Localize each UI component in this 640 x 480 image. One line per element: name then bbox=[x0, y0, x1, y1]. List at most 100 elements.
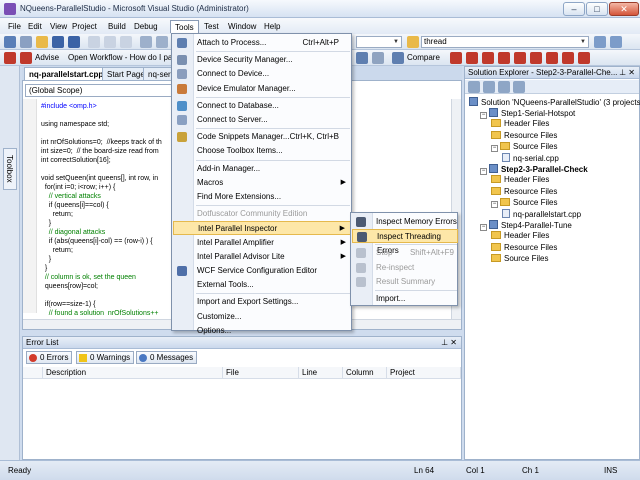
menu-item-connect-to-database[interactable]: Connect to Database... bbox=[173, 99, 351, 113]
tree-item-solution[interactable]: Solution 'NQueens-ParallelStudio' (3 pro… bbox=[469, 97, 640, 108]
menu-item-external-tools[interactable]: External Tools... bbox=[173, 278, 351, 292]
toolbox-tab[interactable]: Toolbox bbox=[3, 148, 17, 190]
locks-waits-icon[interactable] bbox=[482, 52, 494, 64]
menu-item-connect-to-device[interactable]: Connect to Device... bbox=[173, 67, 351, 81]
menu-test[interactable]: Test bbox=[200, 20, 223, 33]
minimize-button[interactable]: – bbox=[563, 2, 585, 16]
tree-item-folder[interactable]: − Source Files bbox=[491, 197, 557, 208]
warnings-filter-button[interactable]: 0 Warnings bbox=[76, 351, 135, 364]
suitability-icon[interactable] bbox=[562, 52, 574, 64]
tab-nq-parallelstart[interactable]: nq-parallelstart.cpp bbox=[24, 67, 109, 80]
menu-item-add-in-manager[interactable]: Add-in Manager... bbox=[173, 162, 351, 176]
collapse-icon[interactable]: − bbox=[491, 200, 498, 208]
menu-build[interactable]: Build bbox=[104, 20, 130, 33]
tree-item-project[interactable]: − Step2-3-Parallel-Check bbox=[480, 164, 588, 176]
advisor-lite-icon[interactable] bbox=[514, 52, 526, 64]
tree-item-folder[interactable]: Header Files bbox=[491, 231, 549, 241]
tree-item-file[interactable]: nq-parallelstart.cpp bbox=[502, 209, 581, 220]
refresh-icon[interactable] bbox=[498, 81, 510, 93]
amplifier-icon[interactable] bbox=[392, 52, 404, 64]
menu-file[interactable]: File bbox=[4, 20, 25, 33]
tree-item-folder[interactable]: − Source Files bbox=[491, 141, 557, 152]
submenu-item-inspect-memory-errors[interactable]: Inspect Memory Errors bbox=[352, 215, 458, 229]
menu-item-code-snippets-manager[interactable]: Code Snippets Manager... Ctrl+K, Ctrl+B bbox=[173, 130, 351, 144]
add-item-icon[interactable] bbox=[20, 36, 32, 48]
messages-filter-button[interactable]: 0 Messages bbox=[136, 351, 198, 364]
collapse-icon[interactable]: − bbox=[491, 144, 498, 152]
tree-item-folder[interactable]: Resource Files bbox=[491, 130, 557, 141]
tree-item-file[interactable]: nq-serial.cpp bbox=[502, 153, 559, 164]
col-header-column[interactable]: Column bbox=[343, 367, 387, 379]
menu-project[interactable]: Project bbox=[68, 20, 101, 33]
inspector-options-icon[interactable] bbox=[372, 52, 384, 64]
menu-debug[interactable]: Debug bbox=[130, 20, 162, 33]
inspector-run-icon[interactable] bbox=[356, 52, 368, 64]
annotations-icon[interactable] bbox=[530, 52, 542, 64]
hotspots-icon[interactable] bbox=[450, 52, 462, 64]
composer-icon[interactable] bbox=[498, 52, 510, 64]
redo-icon[interactable] bbox=[156, 36, 168, 48]
new-project-icon[interactable] bbox=[4, 36, 16, 48]
menu-item-connect-to-server[interactable]: Connect to Server... bbox=[173, 113, 351, 127]
submenu-item-import[interactable]: Import... bbox=[352, 292, 458, 306]
pin-close-icon[interactable]: ⊥ ✕ bbox=[619, 67, 635, 79]
menu-tools[interactable]: Tools bbox=[170, 20, 199, 33]
view-code-icon[interactable] bbox=[513, 81, 525, 93]
collapse-icon[interactable]: − bbox=[480, 112, 487, 120]
undo-icon[interactable] bbox=[140, 36, 152, 48]
tree-item-project[interactable]: − Step4-Parallel-Tune bbox=[480, 220, 572, 232]
find-combo[interactable]: thread ▼ bbox=[421, 36, 589, 48]
menu-item-intel-parallel-advisor-lite[interactable]: Intel Parallel Advisor Lite ▶ bbox=[173, 250, 351, 264]
save-all-icon[interactable] bbox=[68, 36, 80, 48]
menu-edit[interactable]: Edit bbox=[24, 20, 46, 33]
menu-item-options[interactable]: Options... bbox=[173, 324, 351, 338]
tree-item-folder[interactable]: Source Files bbox=[491, 253, 548, 264]
show-all-files-icon[interactable] bbox=[483, 81, 495, 93]
properties-icon[interactable] bbox=[468, 81, 480, 93]
menu-item-intel-parallel-inspector[interactable]: Intel Parallel Inspector ▶ bbox=[173, 221, 351, 236]
save-icon[interactable] bbox=[52, 36, 64, 48]
open-workflow-button[interactable]: Open Workflow - How do I par bbox=[68, 53, 175, 63]
menu-item-customize[interactable]: Customize... bbox=[173, 310, 351, 324]
collapse-icon[interactable]: − bbox=[480, 168, 487, 176]
tree-item-folder[interactable]: Resource Files bbox=[491, 186, 557, 197]
find-icon[interactable] bbox=[407, 36, 419, 48]
paste-icon[interactable] bbox=[120, 36, 132, 48]
tree-item-folder[interactable]: Resource Files bbox=[491, 242, 557, 253]
cut-icon[interactable] bbox=[88, 36, 100, 48]
menu-item-choose-toolbox-items[interactable]: Choose Toolbox Items... bbox=[173, 144, 351, 158]
advise-button[interactable]: Advise bbox=[35, 53, 59, 63]
advisor-icon[interactable] bbox=[4, 52, 16, 64]
menu-item-attach-to-process[interactable]: Attach to Process... Ctrl+Alt+P bbox=[173, 36, 351, 50]
compare-button[interactable]: Compare bbox=[407, 53, 440, 63]
col-header-line[interactable]: Line bbox=[299, 367, 343, 379]
col-header-project[interactable]: Project bbox=[387, 367, 461, 379]
collapse-icon[interactable]: − bbox=[480, 224, 487, 232]
col-header-file[interactable]: File bbox=[223, 367, 299, 379]
menu-item-device-security-manager[interactable]: Device Security Manager... bbox=[173, 53, 351, 67]
concurrency-icon[interactable] bbox=[466, 52, 478, 64]
correctness-icon[interactable] bbox=[578, 52, 590, 64]
properties-icon[interactable] bbox=[610, 36, 622, 48]
menu-item-import-and-export-settings[interactable]: Import and Export Settings... bbox=[173, 295, 351, 309]
menu-item-find-more-extensions[interactable]: Find More Extensions... bbox=[173, 190, 351, 204]
errors-filter-button[interactable]: 0 Errors bbox=[26, 351, 73, 364]
menu-item-wcf-service-configuration-editor[interactable]: WCF Service Configuration Editor bbox=[173, 264, 351, 278]
solution-explorer-icon[interactable] bbox=[594, 36, 606, 48]
tree-item-folder[interactable]: Header Files bbox=[491, 175, 549, 185]
solution-config-combo[interactable]: ▼ bbox=[356, 36, 402, 48]
menu-help[interactable]: Help bbox=[260, 20, 284, 33]
menu-item-intel-parallel-amplifier[interactable]: Intel Parallel Amplifier ▶ bbox=[173, 236, 351, 250]
pin-close-icon[interactable]: ⊥ ✕ bbox=[441, 337, 457, 349]
menu-window[interactable]: Window bbox=[224, 20, 260, 33]
survey-icon[interactable] bbox=[546, 52, 558, 64]
menu-item-macros[interactable]: Macros ▶ bbox=[173, 176, 351, 190]
close-button[interactable]: ✕ bbox=[609, 2, 639, 16]
tree-item-project[interactable]: − Step1-Serial-Hotspot bbox=[480, 108, 575, 120]
tree-item-folder[interactable]: Header Files bbox=[491, 119, 549, 129]
maximize-button[interactable]: □ bbox=[586, 2, 608, 16]
col-header-description[interactable]: Description bbox=[43, 367, 223, 379]
submenu-item-inspect-threading-errors[interactable]: Inspect Threading Errors bbox=[352, 229, 458, 255]
menu-item-device-emulator-manager[interactable]: Device Emulator Manager... bbox=[173, 82, 351, 96]
open-folder-icon[interactable] bbox=[36, 36, 48, 48]
